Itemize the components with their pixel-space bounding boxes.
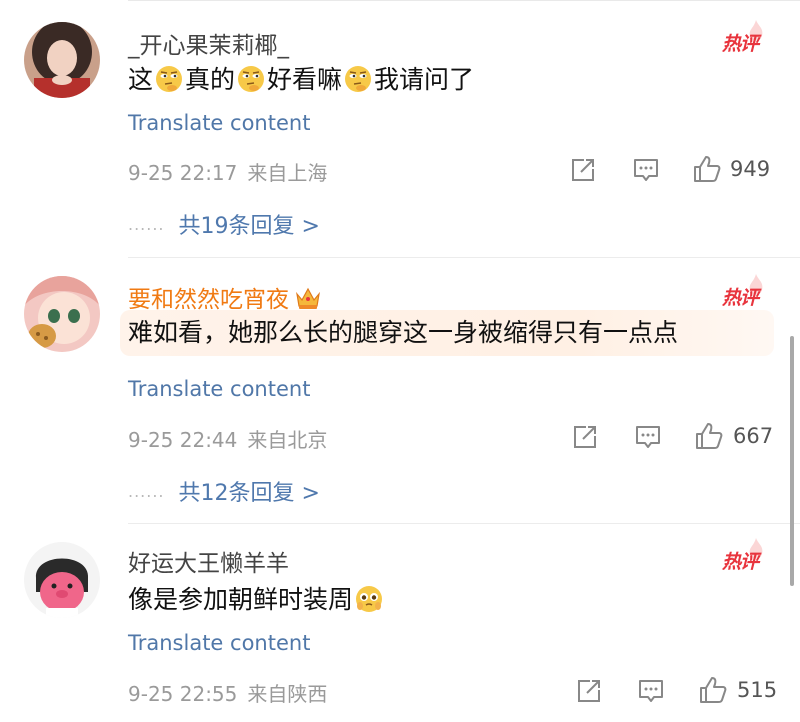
text-segment: 真的 [185,65,236,94]
username[interactable]: _开心果茉莉椰_ [128,26,289,60]
text-segment: 像是参加朝鲜时装周 [128,585,354,614]
avatar[interactable] [24,276,100,352]
comment-icon[interactable] [637,677,665,705]
view-replies-link[interactable]: ...... 共19条回复 > [128,208,320,240]
hot-comment-badge: 热评 [722,20,768,56]
share-icon[interactable] [570,157,596,183]
username[interactable]: 好运大王懒羊羊 [128,544,289,578]
replies-label: 共12条回复 > [178,481,320,506]
comment-text: 像是参加朝鲜时装周 [128,582,385,618]
like-icon[interactable] [698,675,728,705]
hot-label: 热评 [722,287,759,309]
comment-time: 9-25 22:44 [128,428,238,452]
hot-comment-badge: 热评 [722,538,768,574]
crown-icon [296,287,320,309]
reply-dots: ...... [128,215,165,234]
comment-divider [128,257,800,258]
scrollbar[interactable] [790,336,794,586]
thinking-emoji-icon [345,66,372,92]
hot-label: 热评 [722,33,759,55]
text-segment: 我请问了 [374,65,475,94]
username[interactable]: 要和然然吃宵夜 [128,280,321,314]
thinking-emoji-icon [238,66,265,92]
replies-label: 共19条回复 > [178,214,320,239]
comment-text: 难如看，她那么长的腿穿这一身被缩得只有一点点 [128,318,679,347]
comment-location: 来自北京 [247,428,328,452]
comment-meta: 9-25 22:55 来自陕西 [128,678,327,707]
pleading-emoji-icon [356,586,383,612]
like-count: 515 [737,678,778,702]
comment-icon[interactable] [634,423,662,451]
comment-meta: 9-25 22:17 来自上海 [128,157,327,186]
view-replies-link[interactable]: ...... 共12条回复 > [128,475,320,507]
comment-location: 来自陕西 [247,682,328,706]
translate-link[interactable]: Translate content [128,631,310,655]
reply-dots: ...... [128,482,165,501]
like-count: 667 [733,424,774,448]
top-divider [128,0,800,1]
comment-text: 这 真的 好看嘛 我请问了 [128,62,474,98]
comment-location: 来自上海 [247,161,328,185]
comment-icon[interactable] [632,156,660,184]
comment-time: 9-25 22:17 [128,161,238,185]
hot-comment-badge: 热评 [722,274,768,310]
like-icon[interactable] [692,154,722,184]
hot-label: 热评 [722,551,759,573]
share-icon[interactable] [576,678,602,704]
text-segment: 好看嘛 [267,65,343,94]
like-icon[interactable] [694,421,724,451]
comment-time: 9-25 22:55 [128,682,238,706]
thinking-emoji-icon [156,66,183,92]
text-segment: 这 [128,65,154,94]
translate-link[interactable]: Translate content [128,377,310,401]
share-icon[interactable] [572,424,598,450]
avatar[interactable] [24,542,100,618]
translate-link[interactable]: Translate content [128,111,310,135]
like-count: 949 [730,157,771,181]
comment-divider [128,523,800,524]
avatar[interactable] [24,22,100,98]
comment-meta: 9-25 22:44 来自北京 [128,424,327,453]
